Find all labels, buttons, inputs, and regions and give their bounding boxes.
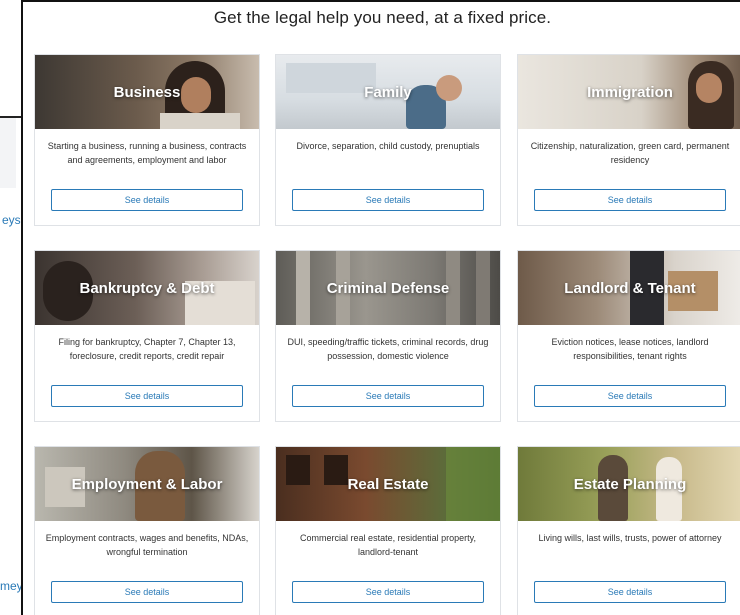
see-details-button[interactable]: See details <box>51 189 243 211</box>
category-description: Commercial real estate, residential prop… <box>300 533 476 557</box>
category-card-estate-planning[interactable]: Estate Planning Living wills, last wills… <box>517 446 740 615</box>
category-label: Business <box>113 83 181 101</box>
family-photo: Family <box>276 55 500 129</box>
see-details-button[interactable]: See details <box>534 189 726 211</box>
category-card-family[interactable]: Family Divorce, separation, child custod… <box>275 54 501 226</box>
category-description: Divorce, separation, child custody, pren… <box>296 141 480 151</box>
landlord-tenant-photo: Landlord & Tenant <box>518 251 740 325</box>
criminal-defense-photo: Criminal Defense <box>276 251 500 325</box>
category-description: Filing for bankruptcy, Chapter 7, Chapte… <box>58 337 236 361</box>
legal-services-modal: Get the legal help you need, at a fixed … <box>21 0 740 615</box>
category-card-real-estate[interactable]: Real Estate Commercial real estate, resi… <box>275 446 501 615</box>
see-details-button[interactable]: See details <box>292 581 484 603</box>
background-link-partial[interactable]: mey <box>0 579 22 593</box>
immigration-photo: Immigration <box>518 55 740 129</box>
category-card-criminal-defense[interactable]: Criminal Defense DUI, speeding/traffic t… <box>275 250 501 422</box>
category-card-immigration[interactable]: Immigration Citizenship, naturalization,… <box>517 54 740 226</box>
see-details-button[interactable]: See details <box>292 385 484 407</box>
category-card-employment-labor[interactable]: Employment & Labor Employment contracts,… <box>34 446 260 615</box>
category-label: Family <box>364 83 412 101</box>
category-label: Employment & Labor <box>71 475 223 493</box>
category-label: Landlord & Tenant <box>564 279 696 297</box>
category-card-landlord-tenant[interactable]: Landlord & Tenant Eviction notices, leas… <box>517 250 740 422</box>
background-panel <box>0 118 16 188</box>
category-description: DUI, speeding/traffic tickets, criminal … <box>287 337 489 361</box>
modal-title: Get the legal help you need, at a fixed … <box>213 8 552 27</box>
category-description: Living wills, last wills, trusts, power … <box>538 533 722 543</box>
category-card-bankruptcy-debt[interactable]: Bankruptcy & Debt Filing for bankruptcy,… <box>34 250 260 422</box>
category-label: Bankruptcy & Debt <box>79 279 215 297</box>
category-label: Criminal Defense <box>326 279 450 297</box>
estate-planning-photo: Estate Planning <box>518 447 740 521</box>
category-card-business[interactable]: Business Starting a business, running a … <box>34 54 260 226</box>
category-description: Starting a business, running a business,… <box>47 141 247 165</box>
real-estate-photo: Real Estate <box>276 447 500 521</box>
see-details-button[interactable]: See details <box>51 385 243 407</box>
employment-photo: Employment & Labor <box>35 447 259 521</box>
background-page: eys mey <box>0 0 22 615</box>
category-description: Citizenship, naturalization, green card,… <box>530 141 730 165</box>
category-label: Real Estate <box>347 475 429 493</box>
category-description: Employment contracts, wages and benefits… <box>45 533 249 557</box>
see-details-button[interactable]: See details <box>51 581 243 603</box>
category-label: Immigration <box>587 83 673 101</box>
bankruptcy-photo: Bankruptcy & Debt <box>35 251 259 325</box>
background-link-partial[interactable]: eys <box>2 213 22 227</box>
category-label: Estate Planning <box>573 475 687 493</box>
category-description: Eviction notices, lease notices, landlor… <box>551 337 709 361</box>
see-details-button[interactable]: See details <box>292 189 484 211</box>
business-photo: Business <box>35 55 259 129</box>
see-details-button[interactable]: See details <box>534 385 726 407</box>
see-details-button[interactable]: See details <box>534 581 726 603</box>
